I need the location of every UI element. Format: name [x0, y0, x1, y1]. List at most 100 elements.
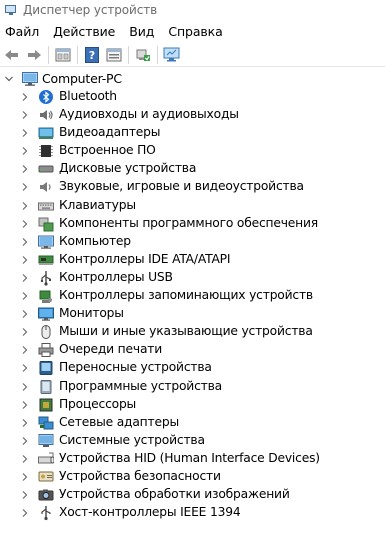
tree-item[interactable]: Клавиатуры: [0, 197, 385, 215]
portable-device-icon: [38, 360, 54, 376]
toolbar-separator: [48, 45, 49, 64]
software-component-icon: [38, 216, 54, 232]
chevron-right-icon[interactable]: [20, 201, 30, 211]
chevron-right-icon[interactable]: [20, 508, 30, 518]
chevron-right-icon[interactable]: [20, 309, 30, 319]
chevron-right-icon[interactable]: [20, 345, 30, 355]
update-driver-icon: [136, 49, 150, 61]
monitor-icon: [38, 306, 54, 322]
back-arrow-icon: [5, 49, 18, 60]
tree-item[interactable]: Контроллеры IDE ATA/ATAPI: [0, 251, 385, 269]
mouse-icon: [38, 324, 54, 340]
tree-item-label: Контроллеры USB: [59, 269, 173, 284]
tree-item[interactable]: Контроллеры запоминающих устройств: [0, 287, 385, 305]
keyboard-icon: [38, 198, 54, 214]
tree-item[interactable]: Встроенное ПО: [0, 142, 385, 160]
tree-item-label: Контроллеры запоминающих устройств: [59, 288, 313, 303]
forward-arrow-icon: [28, 49, 41, 60]
tree-item[interactable]: Аудиовходы и аудиовыходы: [0, 106, 385, 124]
tree-item-label: Bluetooth: [59, 89, 117, 103]
chevron-right-icon[interactable]: [20, 454, 30, 464]
tree-item[interactable]: Переносные устройства: [0, 359, 385, 377]
menu-action[interactable]: Действие: [46, 22, 122, 42]
tree-item[interactable]: Устройства безопасности: [0, 468, 385, 486]
tree-item[interactable]: Мыши и иные указывающие устройства: [0, 323, 385, 341]
chevron-right-icon[interactable]: [20, 472, 30, 482]
tree-item[interactable]: Компьютер: [0, 233, 385, 251]
tree-item[interactable]: Компоненты программного обеспечения: [0, 215, 385, 233]
chevron-right-icon[interactable]: [20, 436, 30, 446]
chevron-right-icon[interactable]: [20, 128, 30, 138]
security-device-icon: [38, 469, 54, 485]
chevron-right-icon[interactable]: [20, 255, 30, 265]
menu-view[interactable]: Вид: [122, 22, 161, 42]
tree-item-label: Встроенное ПО: [59, 143, 156, 158]
tree-item[interactable]: Устройства обработки изображений: [0, 486, 385, 504]
chevron-down-icon[interactable]: [4, 74, 14, 84]
chevron-right-icon[interactable]: [20, 400, 30, 410]
menu-help[interactable]: Справка: [161, 22, 229, 42]
network-adapter-icon: [38, 415, 54, 431]
chevron-right-icon[interactable]: [20, 490, 30, 500]
tree-item[interactable]: Звуковые, игровые и видеоустройства: [0, 178, 385, 196]
usb-icon: [38, 270, 54, 286]
chevron-right-icon[interactable]: [20, 363, 30, 373]
forward-button[interactable]: [24, 45, 44, 65]
chevron-right-icon[interactable]: [20, 291, 30, 301]
disk-drive-icon: [38, 161, 54, 177]
menu-file[interactable]: Файл: [0, 22, 46, 42]
chevron-right-icon[interactable]: [20, 327, 30, 337]
chevron-right-icon[interactable]: [20, 164, 30, 174]
imaging-device-icon: [38, 487, 54, 503]
help-button[interactable]: ?: [82, 45, 102, 65]
scan-hardware-button[interactable]: [162, 45, 182, 65]
tree-item-label: Переносные устройства: [59, 360, 212, 375]
computer-icon: [38, 234, 54, 250]
tree-item[interactable]: Процессоры: [0, 396, 385, 414]
device-manager-window: Диспетчер устройств Файл Действие Вид Сп…: [0, 0, 385, 546]
chevron-right-icon[interactable]: [20, 273, 30, 283]
chevron-right-icon[interactable]: [20, 237, 30, 247]
tree-item[interactable]: Системные устройства: [0, 432, 385, 450]
ide-controller-icon: [38, 252, 54, 268]
view-button[interactable]: [104, 45, 124, 65]
tree-item-label: Аудиовходы и аудиовыходы: [59, 107, 239, 122]
chevron-right-icon[interactable]: [20, 92, 30, 102]
device-manager-icon: [5, 4, 17, 16]
chevron-right-icon[interactable]: [20, 110, 30, 120]
storage-controller-icon: [38, 288, 54, 304]
tree-item-label: Сетевые адаптеры: [59, 414, 179, 429]
computer-icon: [22, 72, 38, 86]
tree-item[interactable]: Устройства HID (Human Interface Devices): [0, 450, 385, 468]
update-driver-button[interactable]: [133, 45, 153, 65]
back-button[interactable]: [2, 45, 22, 65]
tree-item[interactable]: Сетевые адаптеры: [0, 414, 385, 432]
properties-button[interactable]: [53, 45, 73, 65]
chevron-right-icon[interactable]: [20, 219, 30, 229]
tree-item[interactable]: Bluetooth: [0, 88, 385, 106]
tree-item-label: Программные устройства: [59, 378, 222, 393]
toolbar-separator: [157, 45, 158, 64]
tree-root-computer[interactable]: Computer-PC: [0, 70, 385, 88]
toolbar-separator: [77, 45, 78, 64]
svg-text:?: ?: [89, 49, 95, 62]
chevron-right-icon[interactable]: [20, 146, 30, 156]
title-bar: Диспетчер устройств: [0, 0, 385, 20]
tree-item[interactable]: Очереди печати: [0, 341, 385, 359]
chevron-right-icon[interactable]: [20, 418, 30, 428]
window-title: Диспетчер устройств: [23, 3, 158, 17]
tree-item-label: Очереди печати: [59, 342, 163, 357]
tree-item[interactable]: Дисковые устройства: [0, 160, 385, 178]
tree-item[interactable]: Программные устройства: [0, 378, 385, 396]
tree-item-label: Процессоры: [59, 396, 137, 411]
tree-item-label: Хост-контроллеры IEEE 1394: [59, 505, 241, 520]
chevron-right-icon[interactable]: [20, 382, 30, 392]
tree-item[interactable]: Контроллеры USB: [0, 269, 385, 287]
tree-item-label: Устройства обработки изображений: [59, 487, 290, 502]
system-device-icon: [38, 433, 54, 449]
menu-bar: Файл Действие Вид Справка: [0, 22, 385, 42]
tree-item[interactable]: Видеоадаптеры: [0, 124, 385, 142]
tree-item[interactable]: Хост-контроллеры IEEE 1394: [0, 504, 385, 522]
tree-item[interactable]: Мониторы: [0, 305, 385, 323]
chevron-right-icon[interactable]: [20, 182, 30, 192]
